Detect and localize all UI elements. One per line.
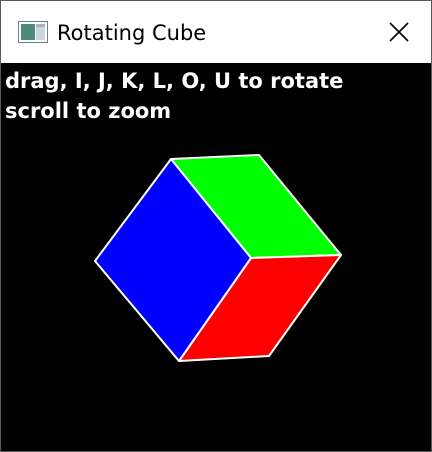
window-title: Rotating Cube	[57, 21, 207, 45]
controls-hint: drag, I, J, K, L, O, U to rotate	[5, 69, 344, 93]
zoom-hint: scroll to zoom	[5, 99, 172, 123]
app-window: Rotating Cube drag, I, J, K, L, O, U to …	[0, 0, 432, 452]
close-button[interactable]	[367, 1, 431, 63]
close-icon	[389, 22, 409, 42]
title-bar[interactable]: Rotating Cube	[1, 1, 431, 63]
render-canvas[interactable]: drag, I, J, K, L, O, U to rotate scroll …	[1, 63, 431, 451]
app-window-icon	[18, 21, 48, 43]
